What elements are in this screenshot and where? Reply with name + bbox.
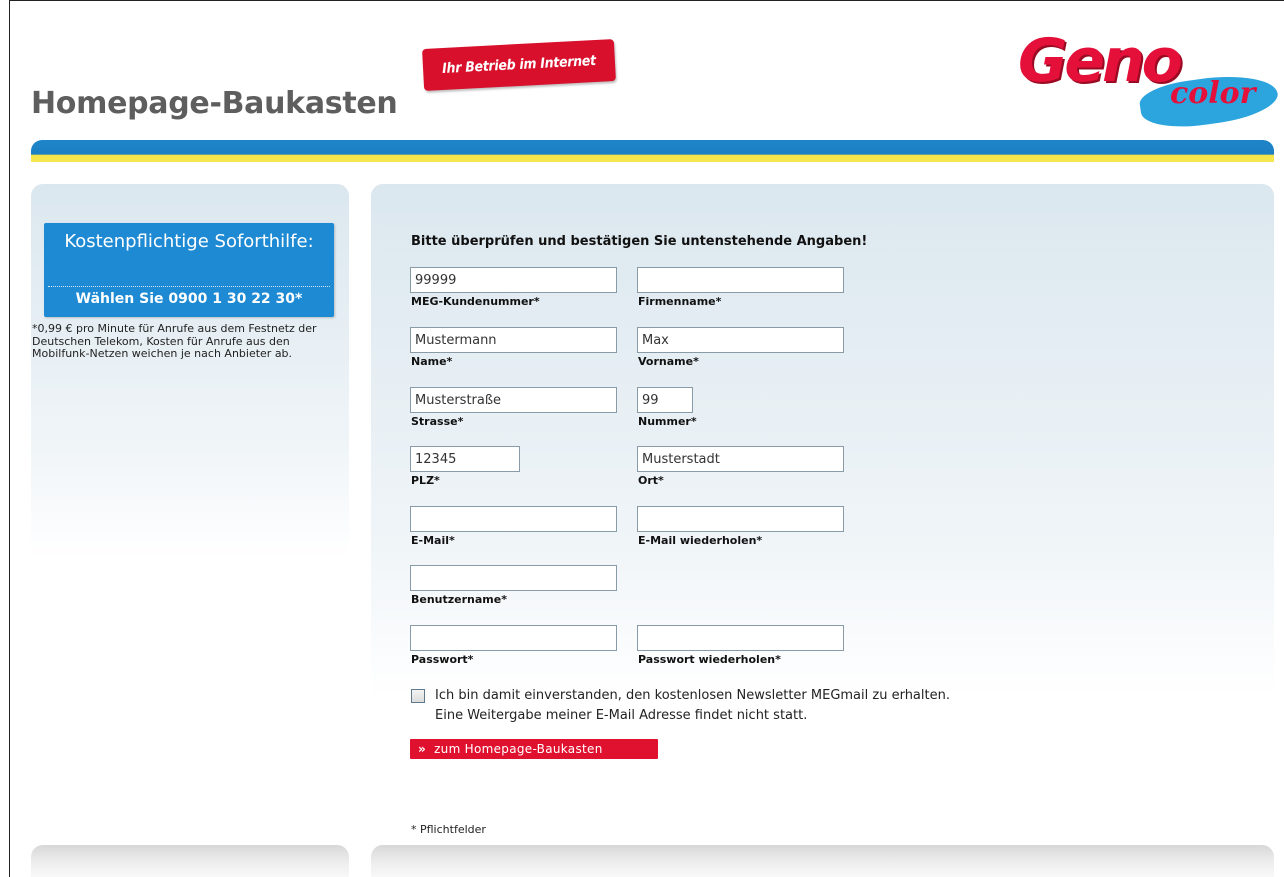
nummer-input[interactable]	[637, 387, 693, 413]
chevron-right-icon: »	[418, 742, 427, 756]
passwort-input[interactable]	[410, 625, 617, 651]
nummer-label: Nummer*	[638, 415, 697, 428]
newsletter-consent-line-2: Eine Weitergabe meiner E-Mail Adresse fi…	[435, 708, 808, 723]
hotline-title: Kostenpflichtige Soforthilfe:	[64, 231, 314, 252]
passwort-repeat-label: Passwort wiederholen*	[638, 653, 781, 666]
passwort-repeat-input[interactable]	[637, 625, 844, 651]
header-stripe	[31, 140, 1274, 162]
sidebar-footer-panel	[31, 845, 349, 877]
email-repeat-input[interactable]	[637, 506, 844, 532]
kundennummer-label: MEG-Kundenummer*	[411, 295, 540, 308]
strasse-input[interactable]	[410, 387, 617, 413]
logo-text-main: Geno	[1018, 26, 1183, 96]
email-repeat-label: E-Mail wiederholen*	[638, 534, 763, 547]
form-heading: Bitte überprüfen und bestätigen Sie unte…	[411, 234, 868, 249]
email-input[interactable]	[410, 506, 617, 532]
hotline-divider	[48, 286, 330, 287]
ort-input[interactable]	[637, 446, 844, 472]
page-title: Homepage-Baukasten	[31, 86, 398, 121]
email-label: E-Mail*	[411, 534, 455, 547]
hotline-number: Wählen Sie 0900 1 30 22 30*	[75, 291, 303, 307]
firmenname-label: Firmenname*	[638, 295, 722, 308]
submit-button-label: zum Homepage-Baukasten	[434, 742, 603, 756]
benutzername-label: Benutzername*	[411, 593, 507, 606]
benutzername-input[interactable]	[410, 565, 617, 591]
genocolor-logo[interactable]: Geno color	[1010, 26, 1281, 134]
kundennummer-input[interactable]	[410, 267, 617, 293]
newsletter-consent-line-1: Ich bin damit einverstanden, den kostenl…	[435, 688, 950, 703]
main-footer-panel	[371, 845, 1274, 877]
hotline-cost-note: *0,99 € pro Minute für Anrufe aus dem Fe…	[32, 322, 317, 360]
vorname-label: Vorname*	[638, 355, 699, 368]
newsletter-consent-text: Ich bin damit einverstanden, den kostenl…	[435, 686, 950, 726]
ort-label: Ort*	[638, 474, 664, 487]
passwort-label: Passwort*	[411, 653, 474, 666]
name-input[interactable]	[410, 327, 617, 353]
logo-text-sub: color	[1170, 76, 1256, 111]
required-fields-note: * Pflichtfelder	[411, 823, 486, 836]
plz-label: PLZ*	[411, 474, 440, 487]
plz-input[interactable]	[410, 446, 520, 472]
submit-button[interactable]: » zum Homepage-Baukasten	[410, 739, 658, 759]
hotline-box: Kostenpflichtige Soforthilfe: Wählen Sie…	[44, 223, 334, 317]
vorname-input[interactable]	[637, 327, 844, 353]
name-label: Name*	[411, 355, 453, 368]
firmenname-input[interactable]	[637, 267, 844, 293]
newsletter-checkbox[interactable]	[411, 689, 425, 703]
strasse-label: Strasse*	[411, 415, 464, 428]
